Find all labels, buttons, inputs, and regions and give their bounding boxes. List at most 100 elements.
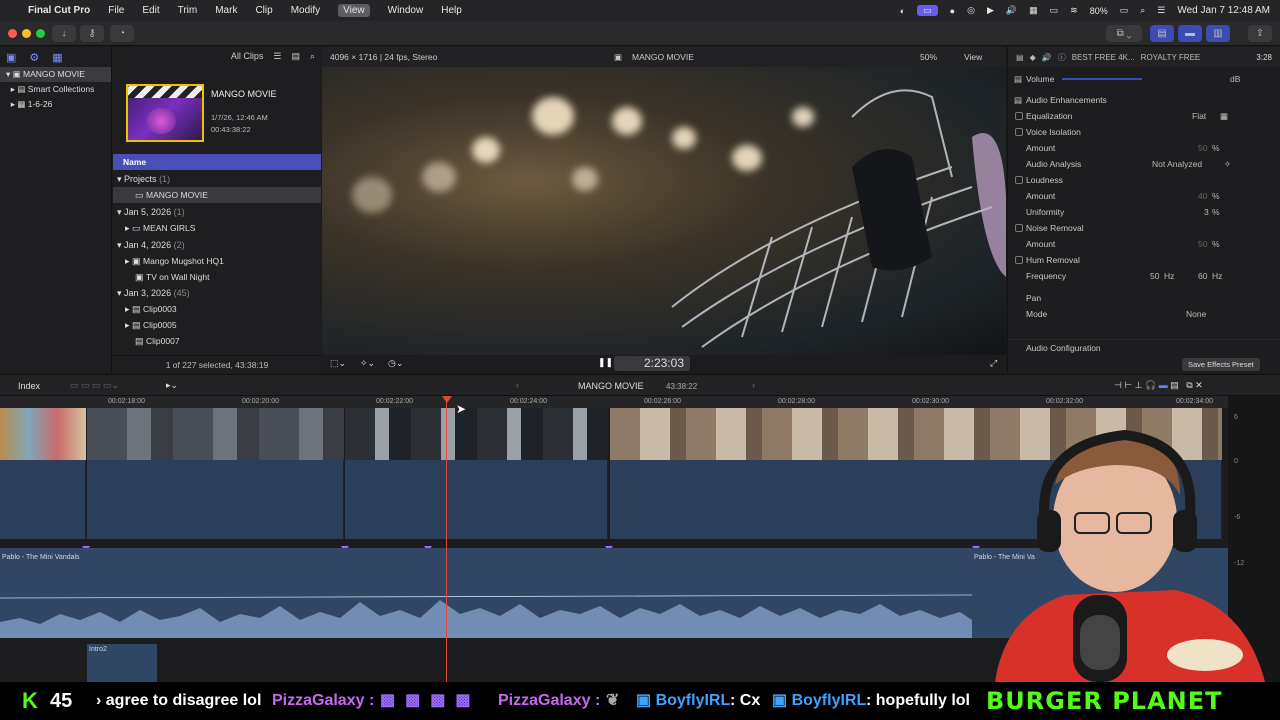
video-clip[interactable] — [345, 408, 608, 460]
display-icon[interactable]: ▭ — [1050, 5, 1059, 16]
pan-mode-dropdown[interactable]: None — [1186, 306, 1206, 322]
filmstrip-view-icon[interactable]: ☰ — [273, 51, 281, 62]
checkbox[interactable] — [1015, 256, 1023, 264]
clip-filter-dropdown[interactable]: All Clips — [231, 51, 264, 61]
layout-browser-icon[interactable]: ▤ — [1150, 25, 1174, 42]
list-item[interactable]: ▸ ▣ Mango Mugshot HQ1 — [113, 253, 321, 269]
group-jan-5[interactable]: ▾ Jan 5, 2026 (1) — [113, 204, 321, 220]
volume-slider[interactable] — [1062, 78, 1142, 80]
obs-icon[interactable]: ◐ — [900, 6, 905, 16]
screen-record-icon[interactable]: ▭ — [917, 5, 938, 16]
equalization-dropdown[interactable]: Flat — [1192, 108, 1206, 124]
media-browser-icon[interactable]: ▣ — [6, 51, 16, 64]
library-item-smart-collections[interactable]: ▸ ▤ Smart Collections — [0, 82, 111, 97]
search-icon[interactable]: ⌕ — [1140, 5, 1145, 16]
titles-icon[interactable]: ▦ — [52, 51, 62, 64]
zoom-window-button[interactable] — [36, 29, 45, 38]
menu-app-name[interactable]: Final Cut Pro — [28, 5, 90, 16]
list-item[interactable]: ▸ ▭ MEAN GIRLS — [113, 220, 321, 236]
group-jan-4[interactable]: ▾ Jan 4, 2026 (2) — [113, 237, 321, 253]
clip-audio[interactable] — [345, 460, 608, 539]
clip-audio[interactable] — [87, 460, 344, 539]
audio-configuration-row[interactable]: Audio Configuration — [1008, 339, 1280, 355]
globe-icon[interactable]: ◎ — [967, 5, 975, 16]
list-view-icon[interactable]: ▤ — [291, 51, 300, 62]
info-icon[interactable]: ⓘ — [1058, 52, 1066, 63]
library-item-event[interactable]: ▸ ▦ 1-6-26 — [0, 97, 111, 112]
list-item[interactable]: ▭ MANGO MOVIE — [113, 187, 321, 203]
timeline-tools-icon[interactable]: ⊣ ⊢ ⊥ 🎧 ▬ ▤ ⧉ ✕ — [1114, 380, 1203, 391]
play-icon[interactable]: ▶ — [987, 5, 994, 16]
cloud-icon[interactable]: ● — [950, 6, 955, 16]
voice-isolation-row[interactable]: Voice Isolation — [1008, 124, 1280, 140]
uniformity-value[interactable]: 3 — [1204, 204, 1209, 220]
list-item[interactable]: ▸ ▤ Clip0003 — [113, 301, 321, 317]
layout-timeline-icon[interactable]: ▬ — [1178, 25, 1202, 42]
video-clip[interactable] — [87, 408, 344, 460]
group-projects[interactable]: ▾ Projects (1) — [113, 171, 321, 187]
battery-icon[interactable]: ▭ — [1120, 5, 1129, 16]
inspector-toggle-icon[interactable]: ⧉ ⌄ — [1106, 25, 1142, 42]
menu-mark[interactable]: Mark — [215, 5, 237, 16]
volume-icon[interactable]: 🔊 — [1006, 5, 1017, 16]
menu-clip[interactable]: Clip — [255, 5, 272, 16]
playhead[interactable] — [446, 396, 447, 682]
keywords-button[interactable]: ⚷ — [80, 25, 104, 42]
intro-clip[interactable]: Intro2 — [87, 644, 157, 682]
select-tool-icon[interactable]: ▸⌄ — [166, 380, 178, 391]
hum-removal-row[interactable]: Hum Removal — [1008, 252, 1280, 268]
share-icon[interactable]: ⇪ — [1248, 25, 1272, 42]
menu-edit[interactable]: Edit — [142, 5, 159, 16]
menu-window[interactable]: Window — [388, 5, 424, 16]
minimize-window-button[interactable] — [22, 29, 31, 38]
checkbox[interactable] — [1015, 224, 1023, 232]
amount-value[interactable]: 50 — [1198, 236, 1207, 252]
video-clip[interactable] — [0, 408, 86, 460]
audio-enhancements-header[interactable]: ▤ Audio Enhancements — [1008, 92, 1280, 108]
forward-arrow-icon[interactable]: › — [752, 380, 755, 390]
import-button[interactable]: ↓ — [52, 25, 76, 42]
loudness-row[interactable]: Loudness — [1008, 172, 1280, 188]
pause-icon[interactable]: ❚❚ — [598, 357, 613, 368]
menu-view[interactable]: View — [338, 4, 370, 17]
edit-buttons-icon[interactable]: ▭ ▭ ▭ ▭⌄ — [70, 380, 119, 391]
calendar-icon[interactable]: ▦ — [1029, 5, 1038, 16]
pan-header[interactable]: Pan — [1008, 290, 1280, 306]
color-inspector-icon[interactable]: ◆ — [1030, 53, 1036, 62]
menu-modify[interactable]: Modify — [291, 5, 320, 16]
background-tasks-button[interactable]: ◔ — [110, 25, 134, 42]
transform-icon[interactable]: ⬚⌄ — [330, 358, 346, 369]
enhance-icon[interactable]: ✧⌄ — [360, 358, 375, 369]
analyze-icon[interactable]: ✧ — [1224, 156, 1231, 172]
name-column-header[interactable]: Name — [113, 154, 321, 170]
control-center-icon[interactable]: ☰ — [1157, 5, 1165, 16]
back-arrow-icon[interactable]: ‹ — [516, 380, 519, 390]
speed-icon[interactable]: ◷⌄ — [388, 358, 403, 369]
index-button[interactable]: Index — [18, 381, 40, 391]
menu-file[interactable]: File — [108, 5, 124, 16]
freq-50-value[interactable]: 50 — [1150, 268, 1159, 284]
timeline-project[interactable]: MANGO MOVIE — [578, 381, 644, 391]
save-effects-preset-button[interactable]: Save Effects Preset — [1182, 358, 1260, 371]
timeline-ruler[interactable]: 00:02:18:00 00:02:20:00 00:02:22:00 00:0… — [0, 396, 1228, 408]
view-dropdown[interactable]: View — [964, 47, 982, 67]
close-window-button[interactable] — [8, 29, 17, 38]
video-frame[interactable] — [322, 67, 1006, 355]
amount-value[interactable]: 40 — [1198, 188, 1207, 204]
freq-60-value[interactable]: 60 — [1198, 268, 1207, 284]
audio-inspector-icon[interactable]: 🔊 — [1042, 53, 1052, 62]
equalization-row[interactable]: Equalization Flat ▦ — [1008, 108, 1280, 124]
checkbox[interactable] — [1015, 128, 1023, 136]
list-item[interactable]: ▤ Clip0007 — [113, 333, 321, 349]
menu-trim[interactable]: Trim — [178, 5, 198, 16]
zoom-dropdown[interactable]: 50% — [920, 47, 937, 67]
group-jan-3[interactable]: ▾ Jan 3, 2026 (45) — [113, 285, 321, 301]
amount-value[interactable]: 50 — [1198, 140, 1207, 156]
list-item[interactable]: ▣ TV on Wall Night — [113, 269, 321, 285]
menu-help[interactable]: Help — [441, 5, 462, 16]
clock[interactable]: Wed Jan 7 12:48 AM — [1177, 5, 1270, 16]
timecode-display[interactable]: 2:23:03 — [614, 356, 690, 371]
wifi-icon[interactable]: ≋ — [1070, 5, 1078, 16]
library-item-mango-movie[interactable]: ▾ ▣ MANGO MOVIE — [0, 67, 111, 82]
playhead-handle[interactable] — [442, 396, 452, 403]
